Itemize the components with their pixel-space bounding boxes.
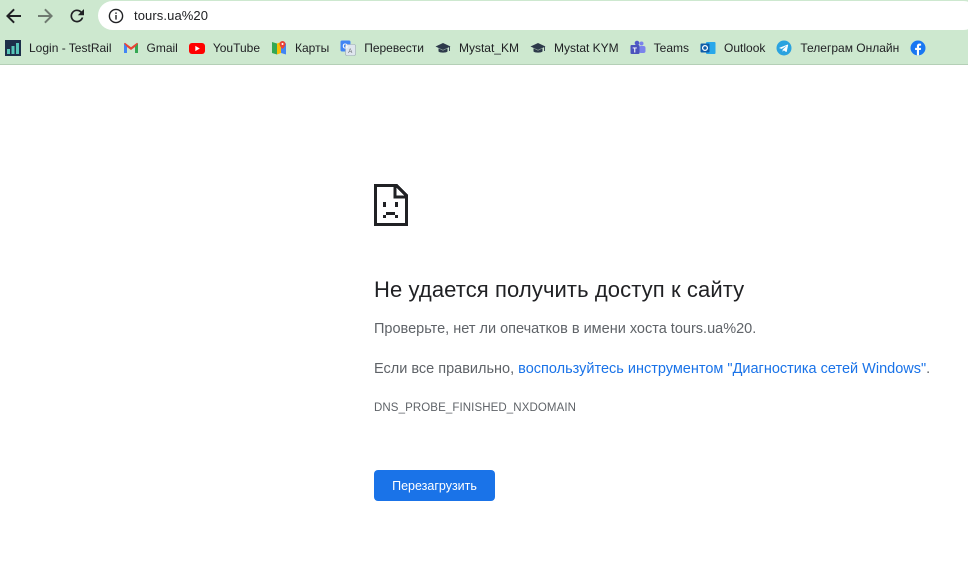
bookmark-label: Gmail <box>146 40 178 55</box>
bookmark-outlook[interactable]: Outlook <box>695 35 771 61</box>
error-suggestion-typo: Проверьте, нет ли опечатков в имени хост… <box>374 321 757 337</box>
bookmark-label: Перевести <box>364 40 424 55</box>
bookmark-label: YouTube <box>212 40 260 55</box>
sad-page-icon <box>374 184 408 226</box>
forward-button[interactable] <box>32 3 58 29</box>
error-page: Не удается получить доступ к сайту Прове… <box>0 66 968 566</box>
graduation-cap-icon <box>435 40 451 56</box>
bookmark-label: Login - TestRail <box>29 40 112 55</box>
bookmark-maps[interactable]: Карты <box>266 35 335 61</box>
outlook-icon <box>700 40 716 56</box>
bookmark-label: Outlook <box>724 40 766 55</box>
reload-icon <box>70 9 84 23</box>
browser-toolbar: tours.ua%20 <box>0 0 968 31</box>
bookmark-translate[interactable]: GA Перевести <box>335 35 430 61</box>
svg-text:T: T <box>632 47 637 54</box>
teams-icon: T <box>630 40 646 56</box>
youtube-icon <box>188 40 205 56</box>
diagnostics-prefix: Если все правильно, <box>374 361 519 377</box>
bookmark-teams[interactable]: T Teams <box>625 35 695 61</box>
svg-text:A: A <box>349 49 353 55</box>
bookmark-testrail[interactable]: Login - TestRail <box>0 35 118 61</box>
graduation-cap-icon <box>530 40 546 56</box>
error-title: Не удается получить доступ к сайту <box>374 277 745 302</box>
testrail-icon <box>5 39 21 56</box>
translate-icon: GA <box>340 40 357 56</box>
reload-button[interactable] <box>64 3 90 29</box>
facebook-icon <box>910 40 926 56</box>
windows-diagnostics-link[interactable]: воспользуйтесь инструментом "Диагностика… <box>518 361 926 377</box>
info-icon[interactable] <box>108 8 124 24</box>
bookmark-facebook[interactable] <box>905 35 940 61</box>
bookmark-youtube[interactable]: YouTube <box>184 35 266 61</box>
maps-icon <box>271 40 287 56</box>
forward-arrow-icon <box>38 8 53 24</box>
diagnostics-suffix: . <box>926 361 931 377</box>
error-suggestion-diagnostics: Если все правильно, воспользуйтесь инстр… <box>374 361 930 377</box>
bookmark-telegram[interactable]: Телеграм Онлайн <box>771 35 905 61</box>
back-button[interactable] <box>1 3 27 29</box>
bookmark-mystat-kym[interactable]: Mystat KYM <box>525 35 625 61</box>
reload-page-button[interactable]: Перезагрузить <box>374 470 495 501</box>
back-arrow-icon <box>6 8 21 24</box>
bookmark-label: Mystat_KM <box>458 40 519 55</box>
bookmark-mystat-km[interactable]: Mystat_KM <box>430 35 525 61</box>
address-bar[interactable]: tours.ua%20 <box>98 1 968 30</box>
bookmarks-bar: Login - TestRail Gmail YouTube Карты GA … <box>0 31 968 65</box>
error-code: DNS_PROBE_FINISHED_NXDOMAIN <box>374 402 577 414</box>
telegram-icon <box>776 40 792 56</box>
bookmark-gmail[interactable]: Gmail <box>118 35 184 61</box>
bookmark-label: Карты <box>295 40 330 55</box>
bookmark-label: Mystat KYM <box>553 40 619 55</box>
bookmark-label: Teams <box>653 40 690 55</box>
url-text[interactable]: tours.ua%20 <box>134 8 208 23</box>
gmail-icon <box>123 40 139 56</box>
bookmark-label: Телеграм Онлайн <box>800 40 900 55</box>
